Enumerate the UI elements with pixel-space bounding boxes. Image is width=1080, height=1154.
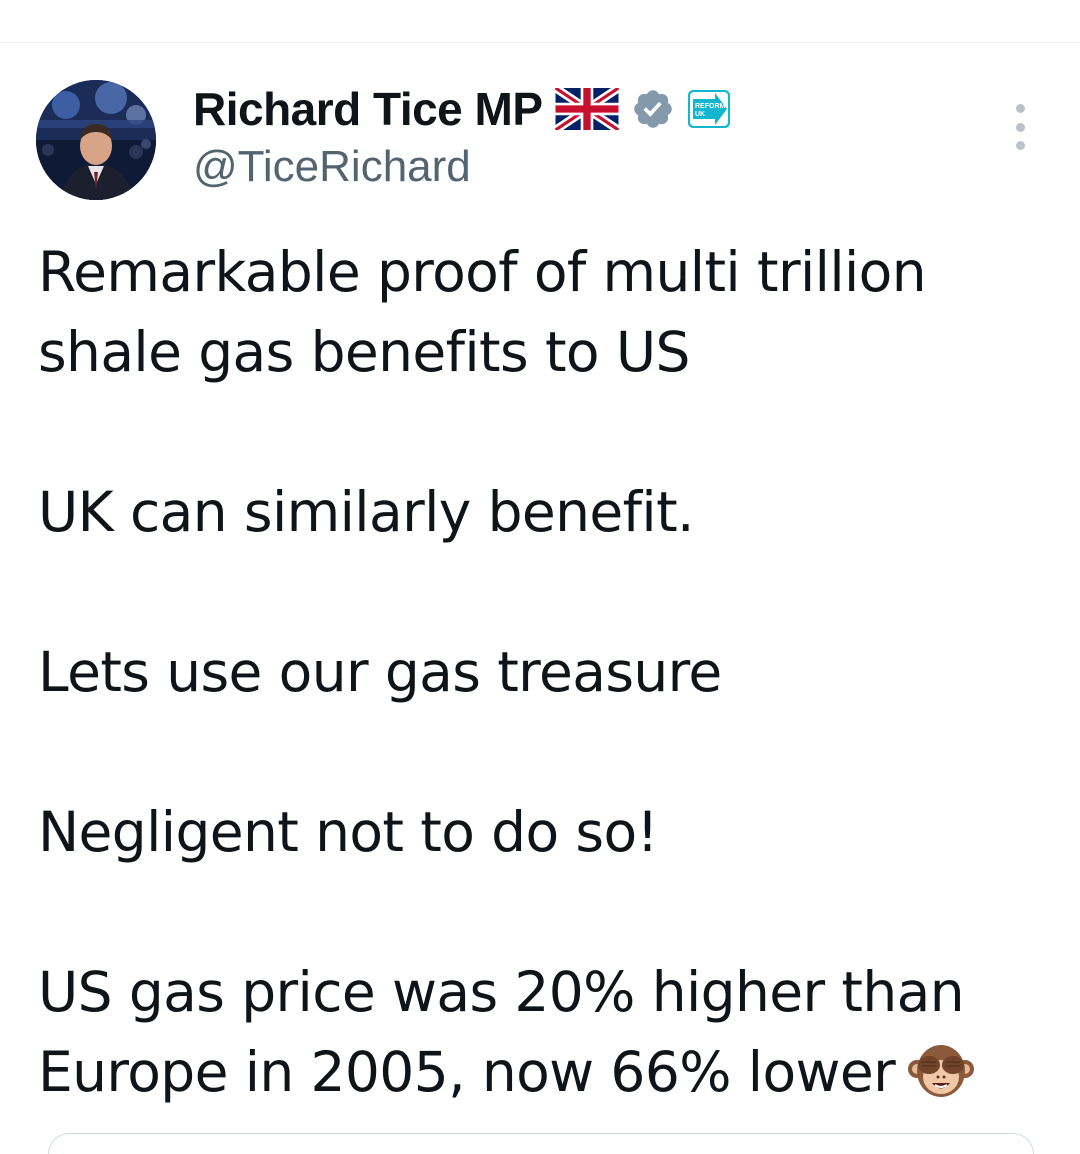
- top-divider: [0, 42, 1080, 43]
- uk-flag-icon: [552, 84, 621, 134]
- more-options-button[interactable]: [1000, 104, 1040, 150]
- see-no-evil-monkey-emoji-icon: [905, 1039, 977, 1103]
- svg-text:UK: UK: [695, 111, 705, 118]
- paragraph-4: Negligent not to do so!: [38, 800, 659, 864]
- text-line: Remarkable proof of multi trillion: [38, 240, 927, 304]
- paragraph-2: UK can similarly benefit.: [38, 480, 695, 544]
- handle[interactable]: @TiceRichard: [193, 142, 731, 192]
- more-dot-icon: [1015, 141, 1025, 150]
- paragraph-5: US gas price was 20% higher than Europe …: [38, 952, 1048, 1112]
- media-card-edge[interactable]: [48, 1133, 1034, 1154]
- text-line-content: Europe in 2005, now 66% lower: [38, 1040, 896, 1104]
- more-dot-icon: [1015, 122, 1025, 132]
- avatar[interactable]: [36, 80, 156, 200]
- svg-text:REFORM: REFORM: [695, 103, 726, 110]
- text-line: US gas price was 20% higher than: [38, 960, 965, 1024]
- text-line: Europe in 2005, now 66% lower: [38, 1032, 1048, 1112]
- reform-uk-logo-icon[interactable]: REFORM UK: [687, 87, 731, 131]
- tweet-header: Richard Tice MP REFORM UK @TiceRichard: [193, 82, 731, 202]
- text-line: shale gas benefits to US: [38, 320, 690, 384]
- paragraph-3: Lets use our gas treasure: [38, 640, 722, 704]
- verified-badge-icon[interactable]: [631, 87, 675, 131]
- tweet-text: Remarkable proof of multi trillion shale…: [38, 232, 1048, 1112]
- profile-photo-icon: [36, 80, 156, 200]
- name-row: Richard Tice MP REFORM UK: [193, 82, 731, 136]
- more-dot-icon: [1015, 104, 1025, 113]
- paragraph-1: Remarkable proof of multi trillion shale…: [38, 232, 1048, 392]
- display-name[interactable]: Richard Tice MP: [193, 82, 543, 136]
